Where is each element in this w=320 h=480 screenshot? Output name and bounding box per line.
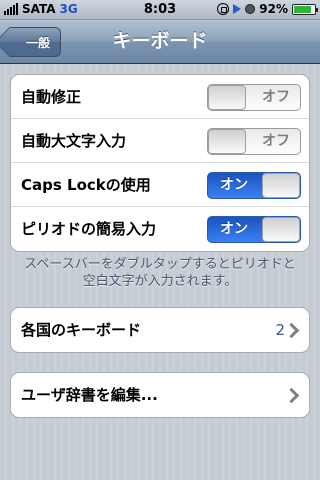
edit-user-dictionary-label: ユーザ辞書を編集... (21, 386, 158, 404)
international-keyboards-label: 各国のキーボード (21, 321, 142, 339)
switch-knob (208, 85, 246, 110)
autocorrect-switch[interactable]: オフ (207, 84, 301, 111)
toggle-row-caps-lock: Caps Lockの使用 オン (11, 163, 309, 207)
play-icon (233, 4, 242, 14)
battery-icon (292, 3, 318, 15)
autocorrect-label: 自動修正 (21, 88, 82, 106)
period-shortcut-label: ピリオドの簡易入力 (21, 220, 157, 238)
caps-lock-switch[interactable]: オン (207, 172, 301, 199)
battery-percent: 92% (259, 2, 288, 16)
status-bar: SATA 3G 8:03 92% (0, 0, 320, 20)
edit-user-dictionary-row[interactable]: ユーザ辞書を編集... (11, 373, 309, 417)
period-shortcut-footnote: スペースバーをダブルタップするとピリオドと空白文字が入力されます。 (24, 257, 296, 289)
back-button[interactable]: 一般 (10, 27, 62, 57)
autocorrect-switch-text: オフ (262, 89, 290, 105)
period-shortcut-switch[interactable]: オン (207, 216, 301, 243)
navigation-bar: キーボード 一般 (0, 20, 320, 64)
period-shortcut-switch-text: オン (220, 221, 248, 237)
switch-knob (262, 173, 300, 198)
toggle-row-autocorrect: 自動修正 オフ (11, 75, 309, 119)
international-group: 各国のキーボード 2 (10, 307, 310, 353)
chevron-right-icon (283, 322, 300, 339)
caps-lock-label: Caps Lockの使用 (21, 176, 151, 194)
caps-lock-switch-text: オン (220, 177, 248, 193)
switch-knob (262, 217, 300, 242)
chevron-right-icon (283, 387, 300, 404)
keyboard-toggles-group: 自動修正 オフ 自動大文字入力 オフ Caps Lockの使用 オン ピリオドの… (10, 74, 310, 252)
autocapitalization-switch-text: オフ (262, 133, 290, 149)
autocapitalization-label: 自動大文字入力 (21, 132, 127, 150)
dictionary-group: ユーザ辞書を編集... (10, 372, 310, 418)
back-button-label: 一般 (26, 35, 51, 50)
alarm-icon (245, 4, 256, 14)
status-right: 92% (217, 2, 318, 16)
toggle-row-period-shortcut: ピリオドの簡易入力 オン (11, 207, 309, 251)
switch-knob (208, 129, 246, 154)
autocapitalization-switch[interactable]: オフ (207, 128, 301, 155)
orientation-lock-icon (217, 3, 230, 15)
international-keyboards-row[interactable]: 各国のキーボード 2 (11, 308, 309, 352)
toggle-row-autocapitalization: 自動大文字入力 オフ (11, 119, 309, 163)
battery-fill (294, 5, 311, 13)
